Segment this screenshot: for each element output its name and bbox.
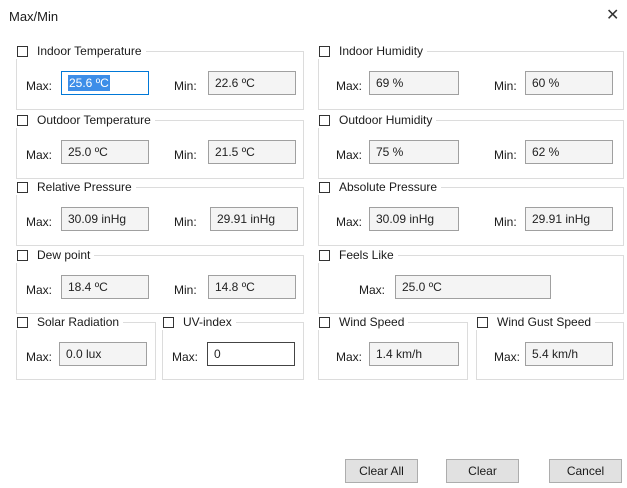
min-label: Min: [494,79,517,93]
min-label: Min: [494,215,517,229]
relative-pressure-min-field[interactable]: 29.91 inHg [210,207,298,231]
indoor-humidity-max-field[interactable]: 69 % [369,71,459,95]
max-label: Max: [26,79,53,93]
checkbox-feels-like[interactable] [319,249,330,261]
min-label: Min: [174,148,197,162]
checkbox-wind-speed[interactable] [319,316,330,328]
group-relative-pressure: Relative Pressure Max: 30.09 inHg Min: 2… [15,179,304,246]
max-label: Max: [336,79,363,93]
max-label: Max: [494,350,521,364]
group-indoor-humidity: Indoor Humidity Max: 69 % Min: 60 % [317,43,624,110]
group-label: Outdoor Humidity [339,113,433,127]
cancel-button[interactable]: Cancel [549,459,622,483]
checkbox-outdoor-humidity[interactable] [319,114,330,126]
max-label: Max: [26,148,53,162]
outdoor-temperature-min-field[interactable]: 21.5 ºC [208,140,296,164]
group-label: Indoor Temperature [37,44,142,58]
max-label: Max: [26,350,53,364]
outdoor-humidity-max-field[interactable]: 75 % [369,140,459,164]
absolute-pressure-min-field[interactable]: 29.91 inHg [525,207,613,231]
checkbox-solar-radiation[interactable] [17,316,28,328]
wind-gust-speed-max-field[interactable]: 5.4 km/h [525,342,613,366]
group-outdoor-humidity: Outdoor Humidity Max: 75 % Min: 62 % [317,112,624,179]
max-label: Max: [336,215,363,229]
group-label: Indoor Humidity [339,44,424,58]
max-label: Max: [336,350,363,364]
min-label: Min: [174,283,197,297]
indoor-temperature-max-field[interactable]: 25.6 ºC [61,71,149,95]
dew-point-min-field[interactable]: 14.8 ºC [208,275,296,299]
checkbox-indoor-temperature[interactable] [17,45,28,57]
max-label: Max: [26,283,53,297]
outdoor-temperature-max-field[interactable]: 25.0 ºC [61,140,149,164]
group-indoor-temperature: Indoor Temperature Max: 25.6 ºC Min: 22.… [15,43,304,110]
checkbox-indoor-humidity[interactable] [319,45,330,57]
group-label: Outdoor Temperature [37,113,151,127]
dew-point-max-field[interactable]: 18.4 ºC [61,275,149,299]
absolute-pressure-max-field[interactable]: 30.09 inHg [369,207,459,231]
solar-radiation-max-field[interactable]: 0.0 lux [59,342,147,366]
clear-all-button[interactable]: Clear All [345,459,418,483]
checkbox-uv-index[interactable] [163,316,174,328]
group-dew-point: Dew point Max: 18.4 ºC Min: 14.8 ºC [15,247,304,314]
max-label: Max: [336,148,363,162]
indoor-temperature-min-field[interactable]: 22.6 ºC [208,71,296,95]
group-outdoor-temperature: Outdoor Temperature Max: 25.0 ºC Min: 21… [15,112,304,179]
max-label: Max: [359,283,386,297]
checkbox-wind-gust-speed[interactable] [477,316,488,328]
max-label: Max: [26,215,53,229]
group-feels-like: Feels Like Max: 25.0 ºC [317,247,624,314]
group-label: Absolute Pressure [339,180,438,194]
close-icon[interactable]: ✕ [606,6,619,26]
uv-index-max-field[interactable]: 0 [207,342,295,366]
checkbox-dew-point[interactable] [17,249,28,261]
min-label: Min: [174,215,197,229]
checkbox-absolute-pressure[interactable] [319,181,330,193]
min-label: Min: [494,148,517,162]
group-label: Solar Radiation [37,315,120,329]
group-solar-radiation: Solar Radiation Max: 0.0 lux [15,314,156,380]
group-label: Dew point [37,248,91,262]
group-label: Wind Gust Speed [497,315,592,329]
relative-pressure-max-field[interactable]: 30.09 inHg [61,207,149,231]
group-wind-speed: Wind Speed Max: 1.4 km/h [317,314,468,380]
wind-speed-max-field[interactable]: 1.4 km/h [369,342,459,366]
feels-like-max-field[interactable]: 25.0 ºC [395,275,551,299]
group-label: Feels Like [339,248,394,262]
outdoor-humidity-min-field[interactable]: 62 % [525,140,613,164]
max-label: Max: [172,350,199,364]
group-label: Relative Pressure [37,180,132,194]
checkbox-relative-pressure[interactable] [17,181,28,193]
group-absolute-pressure: Absolute Pressure Max: 30.09 inHg Min: 2… [317,179,624,246]
group-wind-gust-speed: Wind Gust Speed Max: 5.4 km/h [475,314,624,380]
clear-button[interactable]: Clear [446,459,519,483]
indoor-humidity-min-field[interactable]: 60 % [525,71,613,95]
group-label: Wind Speed [339,315,405,329]
checkbox-outdoor-temperature[interactable] [17,114,28,126]
group-label: UV-index [183,315,232,329]
min-label: Min: [174,79,197,93]
window-title: Max/Min [9,9,59,24]
group-uv-index: UV-index Max: 0 [161,314,304,380]
